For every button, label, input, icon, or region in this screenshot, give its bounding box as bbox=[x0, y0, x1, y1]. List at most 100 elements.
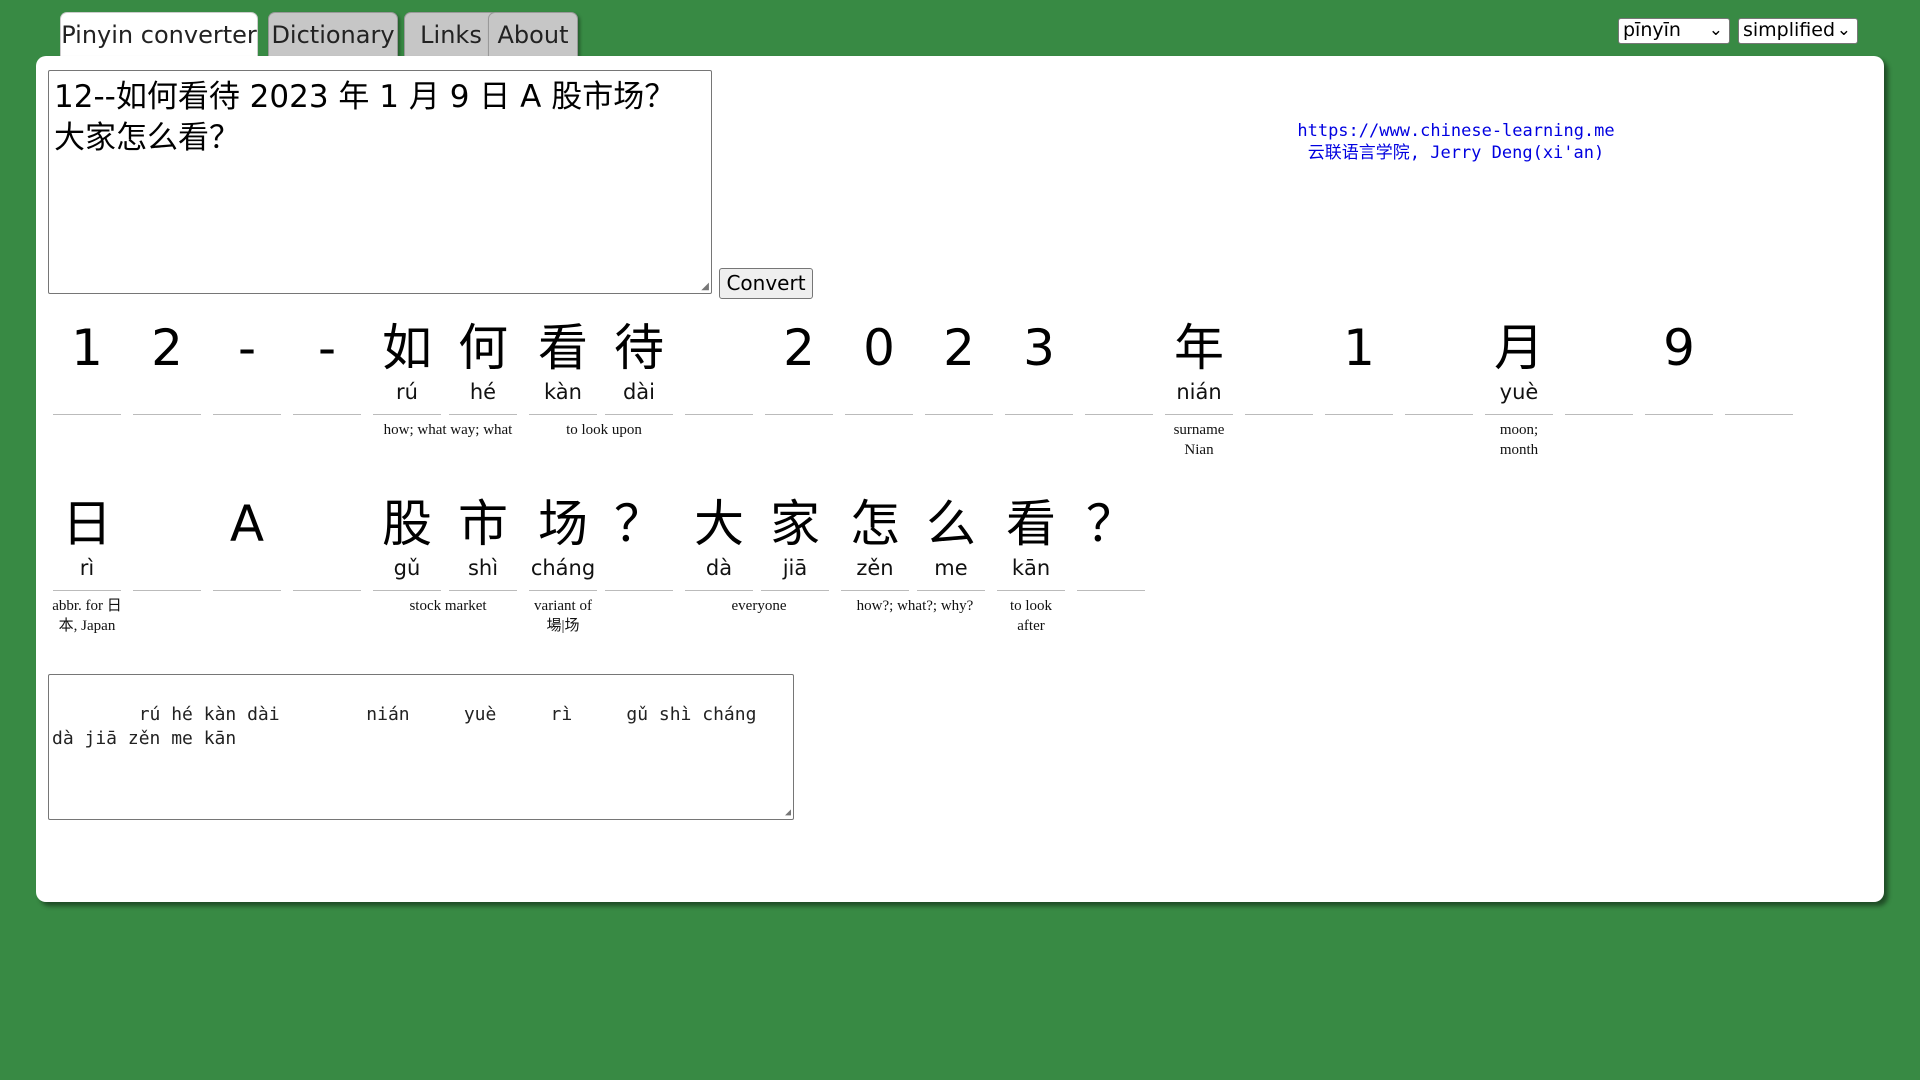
char-cell[interactable]: 家 jiā bbox=[759, 494, 831, 591]
chinese-input-value: 12--如何看待 2023 年 1 月 9 日 A 股市场？大家怎么看？ bbox=[54, 79, 676, 156]
hanzi: 9 bbox=[1663, 319, 1695, 377]
char-cell[interactable]: 何 hé bbox=[447, 318, 519, 415]
char-cell: ？ bbox=[1075, 494, 1147, 591]
pinyin-output[interactable]: rú hé kàn dài nián yuè rì gǔ shì cháng d… bbox=[48, 674, 794, 820]
pinyin bbox=[131, 554, 203, 582]
gloss-gushi: stock market bbox=[409, 598, 487, 614]
pinyin bbox=[1323, 378, 1395, 406]
gloss-dajia: everyone bbox=[731, 598, 787, 614]
char-cell[interactable]: 看 kān bbox=[995, 494, 1067, 591]
chinese-input[interactable]: 12--如何看待 2023 年 1 月 9 日 A 股市场？大家怎么看？ ◢ bbox=[48, 70, 712, 294]
pinyin bbox=[291, 554, 363, 582]
hanzi: 年 bbox=[1174, 319, 1224, 377]
char-cell[interactable]: 场 cháng bbox=[527, 494, 599, 591]
pinyin: gǔ bbox=[393, 556, 421, 580]
char-cell[interactable]: 年 nián bbox=[1163, 318, 1235, 415]
underline bbox=[605, 414, 673, 415]
hanzi: 月 bbox=[1494, 319, 1544, 377]
char-cell: 3 bbox=[1003, 318, 1075, 415]
char-cell bbox=[1243, 318, 1315, 415]
hanzi: ？ bbox=[614, 495, 664, 553]
pinyin bbox=[763, 378, 835, 406]
char-cell[interactable]: 股 gǔ bbox=[371, 494, 443, 591]
romanization-select[interactable]: pīnyīn ⌄ bbox=[1618, 18, 1730, 44]
underline bbox=[1565, 414, 1633, 415]
char-cell[interactable]: 月 yuè bbox=[1483, 318, 1555, 415]
underline bbox=[449, 414, 517, 415]
char-cell[interactable]: 日 rì bbox=[51, 494, 123, 591]
pinyin: shì bbox=[467, 556, 499, 580]
char-cell[interactable]: 大 dà bbox=[683, 494, 755, 591]
resize-handle-icon[interactable]: ◢ bbox=[701, 282, 709, 292]
underline bbox=[1725, 414, 1793, 415]
pinyin bbox=[291, 378, 363, 406]
pinyin bbox=[1003, 378, 1075, 406]
pinyin: dà bbox=[705, 556, 733, 580]
convert-button[interactable]: Convert bbox=[719, 268, 813, 299]
char-cell[interactable]: 看 kàn bbox=[527, 318, 599, 415]
tab-links[interactable]: Links bbox=[404, 12, 498, 56]
romanization-select-value: pīnyīn bbox=[1623, 19, 1681, 41]
script-select-value: simplified bbox=[1743, 19, 1836, 41]
char-cell bbox=[291, 494, 363, 591]
underline bbox=[685, 590, 753, 591]
char-cell[interactable]: 如 rú bbox=[371, 318, 443, 415]
char-cell: A bbox=[211, 494, 283, 591]
gloss-nian: surname Nian bbox=[1173, 422, 1225, 458]
hanzi bbox=[1083, 318, 1155, 378]
char-cell[interactable]: 怎 zěn bbox=[839, 494, 911, 591]
underline bbox=[997, 590, 1065, 591]
pinyin bbox=[1643, 378, 1715, 406]
underline bbox=[373, 414, 441, 415]
hanzi bbox=[683, 318, 755, 378]
pinyin bbox=[131, 378, 203, 406]
underline bbox=[1077, 590, 1145, 591]
hanzi: 股 bbox=[382, 495, 432, 553]
char-cell bbox=[1083, 318, 1155, 415]
pinyin: hé bbox=[469, 380, 497, 404]
gloss-kandai: to look upon bbox=[566, 422, 642, 438]
pinyin bbox=[843, 378, 915, 406]
char-cell bbox=[683, 318, 755, 415]
author-credit: 云联语言学院, Jerry Deng(xi'an) bbox=[1307, 143, 1605, 163]
hanzi: A bbox=[229, 495, 265, 553]
hanzi: 待 bbox=[614, 319, 664, 377]
char-cell: - bbox=[291, 318, 363, 415]
script-select[interactable]: simplified ⌄ bbox=[1738, 18, 1858, 44]
hanzi bbox=[1563, 318, 1635, 378]
underline bbox=[765, 414, 833, 415]
underline bbox=[373, 590, 441, 591]
hanzi: 何 bbox=[458, 319, 508, 377]
char-cell bbox=[1563, 318, 1635, 415]
char-cell[interactable]: 么 me bbox=[915, 494, 987, 591]
hanzi: ？ bbox=[1086, 495, 1136, 553]
underline bbox=[917, 590, 985, 591]
underline bbox=[53, 590, 121, 591]
char-cell[interactable]: 待 dài bbox=[603, 318, 675, 415]
resize-handle-icon[interactable]: ◢ bbox=[785, 808, 791, 818]
tab-about[interactable]: About bbox=[488, 12, 578, 56]
underline bbox=[1085, 414, 1153, 415]
pinyin: me bbox=[934, 556, 968, 580]
underline bbox=[685, 414, 753, 415]
hanzi: 2 bbox=[151, 319, 183, 377]
char-cell: 1 bbox=[1323, 318, 1395, 415]
site-url[interactable]: https://www.chinese-learning.me bbox=[1256, 120, 1656, 142]
char-cell[interactable]: 市 shì bbox=[447, 494, 519, 591]
tab-dictionary[interactable]: Dictionary bbox=[268, 12, 398, 56]
pinyin: kàn bbox=[544, 380, 582, 404]
tab-pinyin-converter[interactable]: Pinyin converter bbox=[60, 12, 258, 58]
char-cell: 0 bbox=[843, 318, 915, 415]
hanzi: 大 bbox=[694, 495, 744, 553]
underline bbox=[761, 590, 829, 591]
hanzi bbox=[1243, 318, 1315, 378]
pinyin bbox=[51, 378, 123, 406]
pinyin: rì bbox=[79, 556, 95, 580]
underline bbox=[213, 590, 281, 591]
underline bbox=[293, 414, 361, 415]
pinyin: nián bbox=[1176, 380, 1222, 404]
hanzi: 家 bbox=[770, 495, 820, 553]
char-cell: 1 bbox=[51, 318, 123, 415]
underline bbox=[213, 414, 281, 415]
underline bbox=[1645, 414, 1713, 415]
